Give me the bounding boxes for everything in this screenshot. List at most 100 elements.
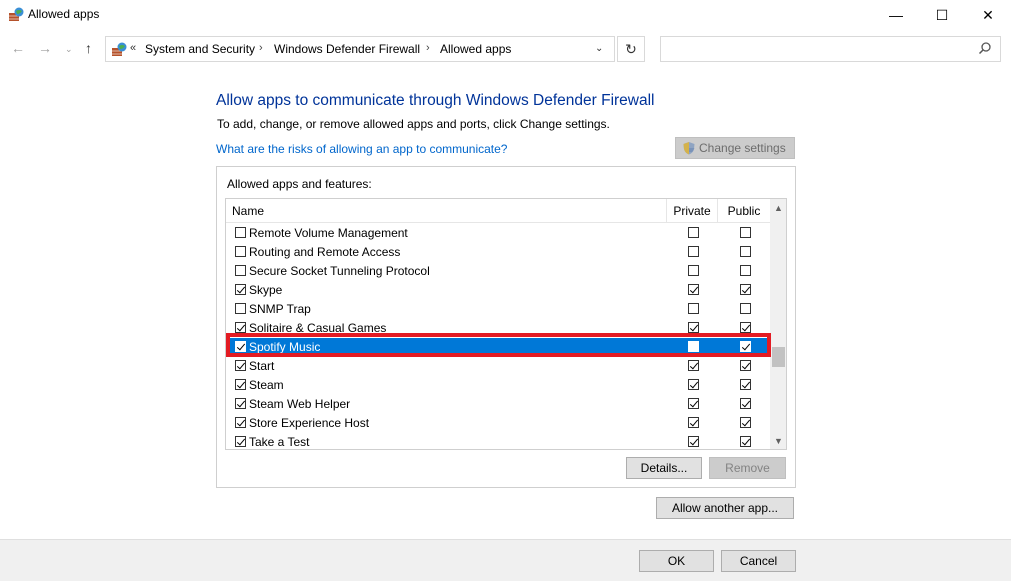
risks-help-link[interactable]: What are the risks of allowing an app to… [216, 142, 507, 156]
public-checkbox[interactable] [740, 379, 751, 390]
list-item[interactable]: Routing and Remote Access [226, 243, 770, 262]
private-checkbox[interactable] [688, 417, 699, 428]
app-name: Store Experience Host [249, 416, 370, 430]
page-subtitle: To add, change, or remove allowed apps a… [217, 117, 610, 131]
private-checkbox[interactable] [688, 303, 699, 314]
private-checkbox[interactable] [688, 265, 699, 276]
app-enabled-checkbox[interactable] [235, 379, 246, 390]
forward-arrow-icon[interactable]: → [38, 40, 52, 56]
app-enabled-checkbox[interactable] [235, 227, 246, 238]
change-settings-button[interactable]: Change settings [675, 137, 795, 159]
app-name: Remote Volume Management [249, 226, 408, 240]
private-checkbox[interactable] [688, 398, 699, 409]
list-item[interactable]: Take a Test [226, 433, 770, 449]
list-item[interactable]: SNMP Trap [226, 300, 770, 319]
public-checkbox[interactable] [740, 284, 751, 295]
list-item[interactable]: Start [226, 357, 770, 376]
allowed-apps-list[interactable]: Name Private Public Remote Volume Manage… [225, 198, 787, 450]
public-checkbox[interactable] [740, 417, 751, 428]
scroll-up-icon[interactable]: ▲ [770, 199, 786, 216]
scroll-thumb[interactable] [772, 347, 785, 367]
public-checkbox[interactable] [740, 246, 751, 257]
public-checkbox[interactable] [740, 227, 751, 238]
app-name: Spotify Music [249, 340, 321, 354]
title-bar: Allowed apps — ☐ ✕ [0, 0, 1011, 30]
column-header-public[interactable]: Public [718, 199, 770, 223]
app-enabled-checkbox[interactable] [235, 436, 246, 447]
app-enabled-checkbox[interactable] [235, 284, 246, 295]
refresh-icon: ↻ [625, 40, 637, 57]
app-name: Steam [249, 378, 284, 392]
list-item[interactable]: Skype [226, 281, 770, 300]
breadcrumb-windows-defender-firewall[interactable]: Windows Defender Firewall [274, 42, 420, 56]
minimize-icon: — [889, 7, 903, 23]
list-item[interactable]: Remote Volume Management [226, 224, 770, 243]
allow-another-app-button[interactable]: Allow another app... [656, 497, 794, 519]
cancel-button[interactable]: Cancel [721, 550, 796, 572]
details-button[interactable]: Details... [626, 457, 702, 479]
ok-button[interactable]: OK [639, 550, 714, 572]
breadcrumb-overflow-icon[interactable]: « [130, 42, 136, 54]
address-dropdown-chevron-icon[interactable]: ⌄ [595, 43, 603, 54]
list-item[interactable]: Steam Web Helper [226, 395, 770, 414]
recent-locations-chevron-icon[interactable]: ⌄ [65, 44, 73, 55]
back-arrow-icon[interactable]: ← [11, 40, 25, 56]
app-enabled-checkbox[interactable] [235, 398, 246, 409]
list-item[interactable]: Steam [226, 376, 770, 395]
list-header: Name Private Public [226, 199, 770, 223]
app-enabled-checkbox[interactable] [235, 246, 246, 257]
app-enabled-checkbox[interactable] [235, 360, 246, 371]
private-checkbox[interactable] [688, 246, 699, 257]
app-name: Secure Socket Tunneling Protocol [249, 264, 430, 278]
private-checkbox[interactable] [688, 284, 699, 295]
app-enabled-checkbox[interactable] [235, 303, 246, 314]
allowed-apps-label: Allowed apps and features: [227, 177, 372, 191]
private-checkbox[interactable] [688, 227, 699, 238]
column-header-name[interactable]: Name [232, 204, 264, 218]
list-item[interactable]: Secure Socket Tunneling Protocol [226, 262, 770, 281]
public-checkbox[interactable] [740, 303, 751, 314]
public-checkbox[interactable] [740, 341, 751, 352]
vertical-scrollbar[interactable]: ▲ ▼ [770, 199, 786, 449]
public-checkbox[interactable] [740, 265, 751, 276]
app-enabled-checkbox[interactable] [235, 417, 246, 428]
app-enabled-checkbox[interactable] [235, 322, 246, 333]
app-name: Start [249, 359, 275, 373]
scroll-down-icon[interactable]: ▼ [770, 432, 786, 449]
column-header-private[interactable]: Private [666, 199, 718, 223]
list-item[interactable]: Solitaire & Casual Games [226, 319, 770, 338]
breadcrumb-system-and-security[interactable]: System and Security [145, 42, 255, 56]
up-arrow-icon[interactable]: ↑ [85, 40, 92, 56]
private-checkbox[interactable] [688, 436, 699, 447]
maximize-icon: ☐ [935, 6, 949, 23]
breadcrumb-separator-icon[interactable]: › [426, 42, 430, 54]
app-enabled-checkbox[interactable] [235, 265, 246, 276]
app-name: SNMP Trap [249, 302, 311, 316]
dialog-footer [0, 539, 1011, 581]
breadcrumb-separator-icon[interactable]: › [259, 42, 263, 54]
private-checkbox[interactable] [688, 379, 699, 390]
address-bar[interactable]: « System and Security › Windows Defender… [105, 36, 615, 62]
private-checkbox[interactable] [688, 341, 699, 352]
close-button[interactable]: ✕ [965, 0, 1011, 30]
private-checkbox[interactable] [688, 322, 699, 333]
app-enabled-checkbox[interactable] [235, 341, 246, 352]
app-name: Routing and Remote Access [249, 245, 401, 259]
uac-shield-icon [683, 142, 695, 155]
public-checkbox[interactable] [740, 360, 751, 371]
public-checkbox[interactable] [740, 322, 751, 333]
private-checkbox[interactable] [688, 360, 699, 371]
maximize-button[interactable]: ☐ [919, 0, 965, 30]
list-item[interactable]: Spotify Music [226, 338, 770, 357]
navigation-bar: ← → ⌄ ↑ « System and Security › Windows … [0, 30, 1011, 68]
public-checkbox[interactable] [740, 436, 751, 447]
breadcrumb-allowed-apps[interactable]: Allowed apps [440, 42, 511, 56]
public-checkbox[interactable] [740, 398, 751, 409]
close-icon: ✕ [982, 6, 994, 23]
refresh-button[interactable]: ↻ [617, 36, 645, 62]
list-item[interactable]: Store Experience Host [226, 414, 770, 433]
app-name: Solitaire & Casual Games [249, 321, 387, 335]
search-input[interactable] [660, 36, 1001, 62]
minimize-button[interactable]: — [873, 0, 919, 30]
remove-button[interactable]: Remove [709, 457, 786, 479]
